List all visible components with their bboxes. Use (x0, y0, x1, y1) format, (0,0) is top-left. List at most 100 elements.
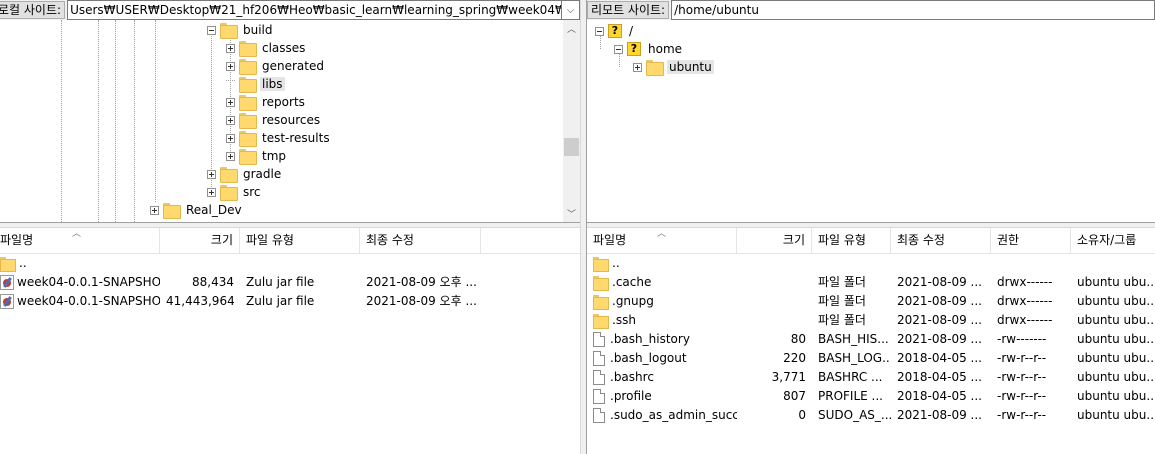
folder-icon (0, 257, 16, 272)
cell-name: .gnupg (589, 292, 737, 311)
local-col-size[interactable]: 크기 (160, 228, 240, 254)
remote-tree-node[interactable]: ubuntu (633, 58, 714, 76)
collapse-minus-icon[interactable] (614, 44, 623, 54)
remote-rows: .. .cache 파일 폴더 2021-08-09 ... drwx------ ubu… (587, 254, 1155, 425)
remote-col-owner[interactable]: 소유자/그룹 (1071, 228, 1155, 254)
local-col-type[interactable]: 파일 유형 (240, 228, 360, 254)
local-path-input[interactable]: Users₩USER₩Desktop₩21_hf206₩Heo₩basic_le… (67, 0, 562, 20)
tree-node-label: home (648, 42, 683, 56)
cell-type: 파일 폴더 (818, 275, 866, 289)
cell-type: Zulu jar file (246, 275, 315, 289)
file-row[interactable]: .bashrc 3,771 BASHRC ... 2018-04-05 ... -rw-… (587, 368, 1155, 387)
local-col-name[interactable]: 파일명 (0, 228, 160, 254)
cell-owner: ubuntu ubu... (1077, 294, 1155, 308)
file-name: .bash_history (610, 332, 690, 346)
vertical-splitter[interactable] (580, 0, 587, 454)
expand-plus-icon[interactable] (150, 205, 159, 215)
remote-tree-node[interactable]: ? / (595, 22, 635, 40)
local-path-dropdown-icon[interactable]: ⌵ (562, 0, 580, 20)
cell-perms (991, 254, 1071, 273)
cell-perms: -rw-r--r-- (997, 408, 1047, 422)
expand-plus-icon[interactable] (226, 43, 235, 53)
local-tree-node[interactable]: src (207, 183, 263, 201)
cell-modified: 2018-04-05 ... (897, 389, 982, 403)
local-tree-node[interactable]: reports (226, 93, 307, 111)
local-tree-scrollbar[interactable]: ︿ ﹀ (563, 20, 580, 222)
folder-icon (593, 314, 609, 329)
file-row[interactable]: .bash_history 80 BASH_HIS... 2021-08-09 ...… (587, 330, 1155, 349)
collapse-minus-icon[interactable] (207, 25, 216, 35)
cell-type: 파일 폴더 (818, 313, 866, 327)
scroll-down-icon[interactable]: ﹀ (563, 205, 580, 222)
cell-name: .profile (589, 387, 737, 406)
remote-col-type[interactable]: 파일 유형 (812, 228, 891, 254)
remote-tree-node[interactable]: ? home (614, 40, 684, 58)
folder-icon (593, 295, 609, 310)
expand-plus-icon[interactable] (207, 169, 216, 179)
expand-plus-icon[interactable] (226, 133, 235, 143)
file-row[interactable]: week04-0.0.1-SNAPSHO... 41,443,964 Zulu ja… (0, 292, 580, 311)
remote-list-header: ︿ 파일명 크기 파일 유형 최종 수정 권한 소유자/그룹 (587, 228, 1155, 254)
cell-perms: drwx------ (997, 313, 1053, 327)
file-row[interactable]: .. (587, 254, 1155, 273)
remote-path-input[interactable]: /home/ubuntu (671, 0, 1155, 20)
cell-type: Zulu jar file (246, 294, 315, 308)
expand-plus-icon[interactable] (226, 97, 235, 107)
tree-node-label: classes (262, 41, 306, 55)
file-row[interactable]: .gnupg 파일 폴더 2021-08-09 ... drwx------ ubunt… (587, 292, 1155, 311)
scroll-thumb[interactable] (564, 138, 579, 156)
scroll-up-icon[interactable]: ︿ (563, 20, 580, 37)
local-col-modified[interactable]: 최종 수정 (360, 228, 481, 254)
expand-plus-icon[interactable] (633, 62, 642, 72)
cell-modified: 2018-04-05 ... (897, 351, 982, 365)
cell-perms: -rw-r--r-- (997, 389, 1047, 403)
local-tree-node[interactable]: test-results (226, 129, 332, 147)
file-row[interactable]: .sudo_as_admin_succ... 0 SUDO_AS_... 2021-0… (587, 406, 1155, 425)
local-rows: .. week04-0.0.1-SNAPSHO... 88,434 Zulu jar … (0, 254, 580, 311)
cell-size: 220 (783, 351, 806, 365)
collapse-minus-icon[interactable] (595, 26, 604, 36)
expand-plus-icon[interactable] (226, 151, 235, 161)
local-tree-node[interactable]: gradle (207, 165, 283, 183)
file-row[interactable]: .profile 807 PROFILE ... 2018-04-05 ... -rw-… (587, 387, 1155, 406)
local-tree-node[interactable]: generated (226, 57, 326, 75)
folder-icon (239, 95, 257, 111)
folder-icon (239, 41, 257, 57)
file-row[interactable]: .ssh 파일 폴더 2021-08-09 ... drwx------ ubuntu … (587, 311, 1155, 330)
local-tree-node[interactable]: classes (226, 39, 307, 57)
local-tree-node[interactable]: Real_Dev (150, 201, 244, 219)
cell-size: 41,443,964 (166, 294, 235, 308)
local-tree-node[interactable]: libs (226, 75, 285, 93)
expand-plus-icon[interactable] (226, 115, 235, 125)
file-name: .profile (610, 389, 652, 403)
file-name: .cache (612, 275, 652, 289)
file-row[interactable]: .. (0, 254, 580, 273)
remote-col-size[interactable]: 크기 (737, 228, 812, 254)
expand-plus-icon[interactable] (226, 61, 235, 71)
cell-name: .bash_history (589, 330, 737, 349)
local-tree-node[interactable]: tmp (226, 147, 288, 165)
file-row[interactable]: week04-0.0.1-SNAPSHO... 88,434 Zulu jar fi… (0, 273, 580, 292)
cell-size: 3,771 (771, 370, 806, 384)
file-name: week04-0.0.1-SNAPSHO... (17, 294, 160, 308)
cell-modified (891, 254, 991, 273)
cell-size: 88,434 (192, 275, 234, 289)
cell-name: .. (0, 254, 160, 273)
file-row[interactable]: .cache 파일 폴더 2021-08-09 ... drwx------ ubunt… (587, 273, 1155, 292)
cell-perms: drwx------ (997, 294, 1053, 308)
remote-col-name[interactable]: 파일명 (587, 228, 737, 254)
cell-perms: drwx------ (997, 275, 1053, 289)
expand-plus-icon[interactable] (207, 187, 216, 197)
local-tree-node[interactable]: resources (226, 111, 322, 129)
local-tree-node[interactable]: build (207, 21, 275, 39)
file-name: .gnupg (612, 294, 654, 308)
cell-type: 파일 폴더 (818, 294, 866, 308)
file-row[interactable]: .bash_logout 220 BASH_LOG... 2018-04-05 ...… (587, 349, 1155, 368)
remote-col-modified[interactable]: 최종 수정 (891, 228, 991, 254)
local-directory-tree: build classes generated libs reports resource… (0, 20, 580, 222)
cell-name: .sudo_as_admin_succ... (589, 406, 737, 425)
file-name: .bashrc (610, 370, 654, 384)
cell-name: .ssh (589, 311, 737, 330)
cell-size (737, 292, 812, 311)
remote-col-permissions[interactable]: 권한 (991, 228, 1071, 254)
